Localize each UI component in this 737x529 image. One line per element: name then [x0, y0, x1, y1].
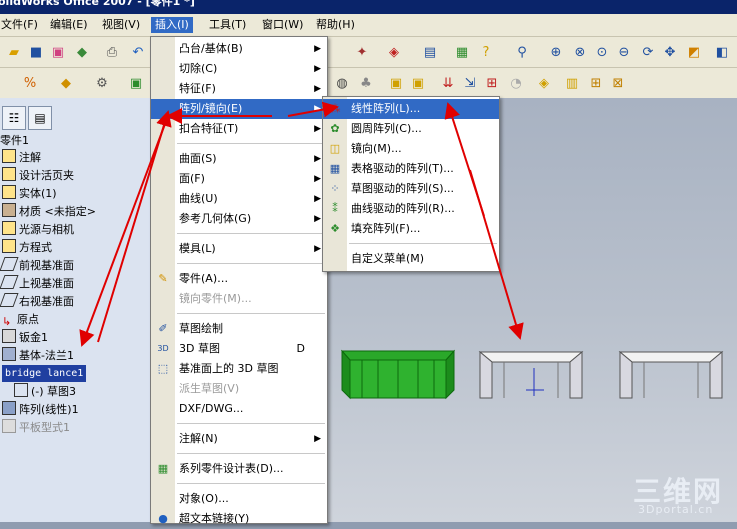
watermark-url: 3Dportal.cn	[638, 503, 714, 516]
arrow-to-pattern-instance	[469, 169, 524, 340]
annotation-arrows	[79, 101, 524, 347]
arrow-to-linear-pattern	[287, 101, 339, 118]
arrow-to-bridge-lance	[79, 115, 169, 347]
